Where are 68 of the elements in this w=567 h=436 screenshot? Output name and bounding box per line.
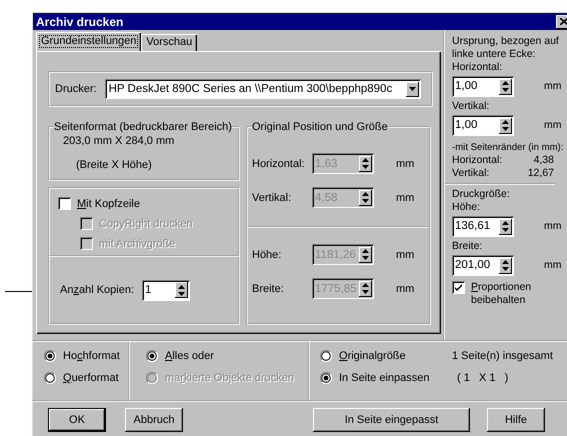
radio-label: In Seite einpassen — [339, 372, 430, 384]
origin-caption: linke untere Ecke: — [452, 48, 536, 61]
spin-buttons[interactable] — [499, 118, 512, 134]
tab[interactable]: Grundeinstellungen — [36, 32, 142, 51]
dialog-button[interactable]: In Seite eingepasst — [313, 408, 470, 432]
tab[interactable]: Vorschau — [141, 34, 198, 51]
window-title: Archiv drucken — [35, 14, 124, 28]
spinner-field[interactable]: 136,61 — [452, 216, 514, 237]
unit-label: mm — [396, 248, 414, 260]
radio-button[interactable] — [44, 350, 56, 362]
margin-label: Horizontal: — [452, 154, 504, 167]
radio-label: Hochformat — [63, 350, 120, 362]
radio-label: Originalgröße — [339, 350, 406, 362]
unit-label: mm — [544, 259, 562, 272]
radio-label: Querformat — [63, 372, 119, 384]
origin-caption: Ursprung, bezogen auf — [452, 35, 560, 48]
field-label: Breite: — [452, 240, 484, 253]
field-label: Horizontal: — [252, 158, 306, 170]
unit-label: mm — [396, 282, 414, 294]
checkmark-icon — [454, 283, 463, 292]
radio-button[interactable] — [44, 372, 56, 384]
field-label: Breite: — [252, 282, 285, 294]
spin-buttons[interactable] — [175, 282, 188, 298]
field-label: Vertikal: — [452, 100, 490, 113]
checkbox-label: Mit Kopfzeile — [77, 198, 140, 210]
checkbox-label: mit Archivgröße — [99, 238, 176, 250]
radio-button[interactable] — [320, 350, 332, 362]
page-grid: ( 1 X 1 ) — [456, 372, 510, 384]
page-size-text: 203,0 mm X 284,0 mm — [63, 135, 176, 147]
spinner-field[interactable]: 1,00 — [452, 115, 514, 136]
print-size-title: Druckgröße: — [452, 188, 511, 201]
radio-label: markierte Objekte drucken — [165, 372, 294, 384]
unit-label: mm — [396, 158, 414, 170]
dialog-button[interactable]: Abbruch — [125, 408, 183, 432]
field-label: Höhe: — [452, 201, 482, 214]
radio-button[interactable] — [320, 372, 332, 384]
checkbox-label: Proportionen beibehalten — [471, 281, 532, 307]
dialog-button[interactable]: Hilfe — [487, 408, 545, 432]
checkbox[interactable] — [452, 281, 465, 294]
spin-buttons[interactable] — [499, 258, 512, 274]
copies-label: Anzahl Kopien: — [60, 284, 134, 296]
group-title: Original Position und Größe — [252, 121, 388, 133]
checkbox[interactable] — [58, 197, 71, 210]
margin-label: Vertikal: — [452, 167, 490, 180]
page-size-note: (Breite X Höhe) — [76, 159, 153, 171]
margins-title: -mit Seitenränder (in mm): — [452, 141, 564, 154]
unit-label: mm — [396, 192, 414, 204]
radio-label: Alles oder — [165, 350, 214, 362]
unit-label: mm — [544, 119, 562, 132]
printer-dropdown[interactable]: HP DeskJet 890C Series an \\Pentium 300\bepphp890c — [104, 79, 421, 99]
margin-value: 4,38 — [532, 154, 554, 167]
unit-label: mm — [544, 220, 562, 233]
field-label: Vertikal: — [252, 192, 292, 204]
page-count: 1 Seite(n) insgesamt — [452, 350, 553, 362]
radio-button[interactable] — [146, 350, 158, 362]
spinner-field[interactable]: 201,00 — [452, 255, 514, 276]
dialog-button[interactable]: OK — [48, 408, 106, 432]
unit-label: mm — [544, 80, 562, 93]
spin-buttons[interactable] — [499, 218, 512, 234]
margin-value: 12,67 — [526, 167, 554, 180]
spin-buttons[interactable] — [499, 78, 512, 94]
group-title: Seitenformat (bedruckbarer Bereich) — [54, 121, 232, 133]
field-label: Höhe: — [252, 248, 282, 260]
spinner-field[interactable]: 1,00 — [452, 76, 514, 97]
copies-spinner[interactable]: 1 — [142, 280, 190, 300]
checkbox-label: CopyRight drucken — [99, 218, 193, 230]
field-label: Horizontal: — [452, 61, 504, 74]
printer-label: Drucker: — [55, 83, 97, 95]
